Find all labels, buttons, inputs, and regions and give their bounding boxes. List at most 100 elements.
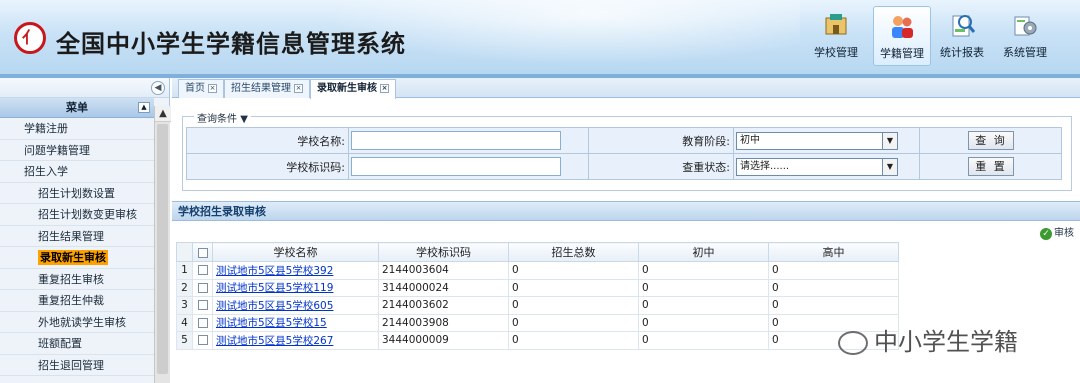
school-name-link[interactable]: 测试地市5区县5学校392	[216, 265, 333, 277]
tab-result-management[interactable]: 招生结果管理 ×	[224, 79, 310, 98]
sidebar-item-plan-setting[interactable]: 招生计划数设置	[0, 183, 154, 204]
row-checkbox[interactable]	[192, 296, 213, 315]
column-header-junior[interactable]: 初中	[638, 242, 769, 262]
school-name-cell[interactable]: 测试地市5区县5学校15	[212, 313, 379, 332]
nav-label: 统计报表	[940, 46, 984, 59]
nav-system-settings[interactable]: 系统管理	[996, 6, 1054, 66]
school-code-cell: 3144000024	[378, 278, 509, 297]
settings-icon	[1014, 16, 1037, 36]
table-row[interactable]: 1 测试地市5区县5学校392 2144003604 0 0 0	[176, 261, 899, 280]
nav-student-records[interactable]: 学籍管理	[873, 6, 931, 66]
school-name-cell[interactable]: 测试地市5区县5学校267	[212, 331, 379, 350]
sidebar-item-label: 重复招生仲裁	[38, 294, 104, 307]
query-legend[interactable]: 查询条件 ▼	[194, 110, 251, 125]
query-legend-label: 查询条件	[197, 114, 237, 125]
nav-statistics[interactable]: 统计报表	[933, 6, 991, 66]
row-checkbox[interactable]	[192, 261, 213, 280]
sidebar-item-plan-change-review[interactable]: 招生计划数变更审核	[0, 204, 154, 226]
nav-label: 系统管理	[1003, 46, 1047, 59]
sidebar-toolbar: ◀	[0, 78, 169, 98]
audit-label: 审核	[1054, 228, 1074, 239]
school-code-cell: 2144003604	[378, 261, 509, 280]
menu-header[interactable]: 菜单 ▲	[0, 98, 154, 118]
sidebar-item-enrollment[interactable]: 招生入学	[0, 161, 154, 183]
close-icon[interactable]: ×	[208, 83, 217, 93]
total-cell: 0	[508, 331, 639, 350]
school-icon	[825, 14, 847, 35]
school-name-cell[interactable]: 测试地市5区县5学校119	[212, 278, 379, 297]
close-icon[interactable]: ×	[380, 83, 389, 93]
sidebar-item-return-management[interactable]: 招生退回管理	[0, 355, 154, 376]
chevron-down-icon: ▼	[882, 132, 897, 149]
stage-label: 教育阶段:	[588, 127, 734, 154]
senior-cell: 0	[768, 261, 899, 280]
tab-admission-review[interactable]: 录取新生审核 ×	[310, 79, 396, 99]
row-checkbox[interactable]	[192, 313, 213, 332]
table-row[interactable]: 2 测试地市5区县5学校119 3144000024 0 0 0	[176, 278, 899, 297]
tab-home[interactable]: 首页 ×	[178, 79, 224, 98]
nav-school-management[interactable]: 学校管理	[807, 6, 865, 66]
total-cell: 0	[508, 313, 639, 332]
duplicate-status-select[interactable]: 请选择...... ▼	[736, 157, 898, 176]
column-header-total[interactable]: 招生总数	[508, 242, 639, 262]
reset-button[interactable]: 重 置	[968, 157, 1014, 176]
school-name-input[interactable]	[351, 131, 561, 150]
column-header-senior[interactable]: 高中	[768, 242, 899, 262]
scrollbar-thumb[interactable]	[157, 124, 168, 374]
sidebar-item-label: 班额配置	[38, 337, 82, 350]
row-checkbox[interactable]	[192, 278, 213, 297]
collapse-sidebar-icon[interactable]: ◀	[151, 81, 165, 95]
sidebar-item-result-management[interactable]: 招生结果管理	[0, 226, 154, 247]
school-name-link[interactable]: 测试地市5区县5学校267	[216, 335, 333, 347]
tab-label: 录取新生审核	[317, 83, 377, 94]
table-row[interactable]: 3 测试地市5区县5学校605 2144003602 0 0 0	[176, 296, 899, 315]
close-icon[interactable]: ×	[294, 83, 303, 93]
row-checkbox[interactable]	[192, 331, 213, 350]
sidebar-item-class-size[interactable]: 班额配置	[0, 333, 154, 355]
sidebar-item-nonlocal-review[interactable]: 外地就读学生审核	[0, 312, 154, 333]
search-button[interactable]: 查 询	[968, 131, 1014, 150]
school-code-input[interactable]	[351, 157, 561, 176]
nav-label: 学籍管理	[880, 47, 924, 60]
system-title: 全国中小学生学籍信息管理系统	[56, 29, 406, 58]
sidebar-item-duplicate-review[interactable]: 重复招生审核	[0, 269, 154, 290]
select-all-checkbox[interactable]	[192, 242, 213, 262]
check-icon: ✓	[1040, 228, 1052, 240]
row-number-header	[176, 242, 193, 262]
school-name-label: 学校名称:	[186, 127, 349, 154]
sidebar-item-problem-records[interactable]: 问题学籍管理	[0, 140, 154, 161]
nav-label: 学校管理	[814, 46, 858, 59]
stage-select[interactable]: 初中 ▼	[736, 131, 898, 150]
scroll-up-icon[interactable]: ▲	[155, 106, 171, 122]
sidebar-item-label: 招生计划数设置	[38, 186, 115, 200]
school-name-link[interactable]: 测试地市5区县5学校605	[216, 300, 333, 312]
table-row[interactable]: 4 测试地市5区县5学校15 2144003908 0 0 0	[176, 313, 899, 332]
sidebar-item-label: 外地就读学生审核	[38, 315, 126, 329]
sidebar-item-registration[interactable]: 学籍注册	[0, 118, 154, 140]
system-logo: 亻	[14, 22, 46, 54]
stage-select-value: 初中	[740, 134, 760, 146]
wechat-icon	[838, 331, 868, 355]
duplicate-status-value: 请选择......	[740, 160, 790, 172]
students-icon	[892, 16, 913, 38]
watermark: 中小学生学籍	[838, 322, 1018, 357]
report-icon	[952, 15, 976, 37]
sidebar-item-label: 问题学籍管理	[24, 143, 90, 157]
school-name-link[interactable]: 测试地市5区县5学校15	[216, 317, 327, 329]
school-name-cell[interactable]: 测试地市5区县5学校605	[212, 296, 379, 315]
admission-grid: 学校名称 学校标识码 招生总数 初中 高中 1 测试地市5区县5学校392 2144…	[176, 242, 899, 350]
sidebar-item-admission-review[interactable]: 录取新生审核	[0, 247, 154, 269]
column-header-school-name[interactable]: 学校名称	[212, 242, 379, 262]
audit-button[interactable]: ✓ 审核	[1040, 224, 1074, 240]
sidebar-scrollbar[interactable]: ▲	[154, 106, 171, 383]
menu-title: 菜单	[66, 101, 88, 114]
column-header-school-code[interactable]: 学校标识码	[378, 242, 509, 262]
junior-cell: 0	[638, 261, 769, 280]
table-row[interactable]: 5 测试地市5区县5学校267 3444000009 0 0 0	[176, 331, 899, 350]
school-name-link[interactable]: 测试地市5区县5学校119	[216, 282, 333, 294]
sidebar-item-duplicate-arbitration[interactable]: 重复招生仲裁	[0, 290, 154, 312]
menu-collapse-icon[interactable]: ▲	[138, 102, 150, 113]
row-number: 1	[176, 261, 193, 280]
row-number: 2	[176, 278, 193, 297]
school-name-cell[interactable]: 测试地市5区县5学校392	[212, 261, 379, 280]
